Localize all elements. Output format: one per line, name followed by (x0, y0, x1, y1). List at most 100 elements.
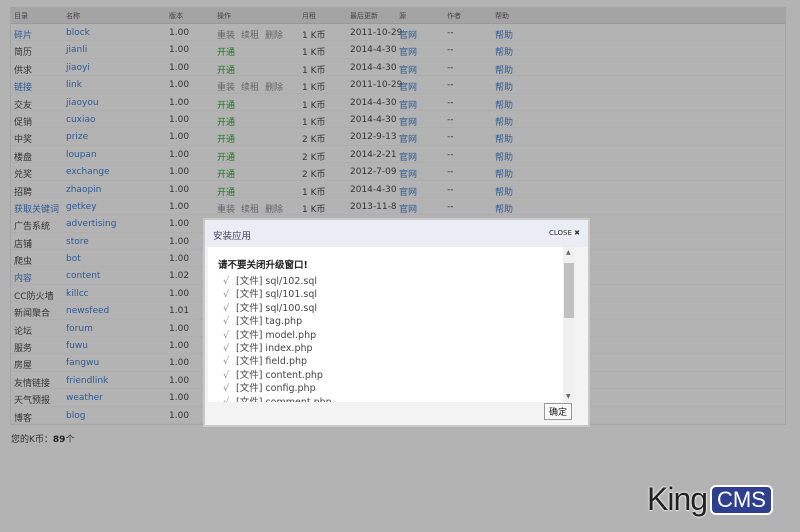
source-link[interactable]: 官网 (399, 98, 417, 111)
open-button[interactable]: 开通 (217, 101, 235, 111)
help-link[interactable]: 帮助 (495, 132, 513, 145)
help-link[interactable]: 帮助 (495, 80, 513, 93)
app-name-link[interactable]: advertising (66, 219, 116, 229)
updated-cell: 2014-4-30 (350, 184, 397, 195)
app-name-link[interactable]: jiaoyi (66, 63, 90, 73)
author-cell: -- (447, 97, 454, 108)
updated-cell: 2012-9-13 (350, 132, 397, 143)
open-button[interactable]: 开通 (217, 48, 235, 58)
scrollbar[interactable]: ▲ ▼ (563, 247, 575, 402)
dir-cell: 中奖 (14, 135, 33, 146)
op-button[interactable]: 删除 (265, 205, 283, 215)
source-link[interactable]: 官网 (399, 63, 417, 76)
app-name-link[interactable]: content (66, 271, 100, 281)
source-link[interactable]: 官网 (399, 132, 417, 145)
app-name-link[interactable]: block (66, 28, 90, 38)
ops-cell: 开通 (217, 115, 241, 128)
help-link[interactable]: 帮助 (495, 115, 513, 128)
rent-cell: 1 K币 (302, 83, 326, 94)
source-link[interactable]: 官网 (399, 80, 417, 93)
op-button[interactable]: 删除 (265, 83, 283, 93)
app-name-link[interactable]: bot (66, 254, 81, 264)
dir-link[interactable]: 获取关键词 (14, 202, 59, 215)
open-button[interactable]: 开通 (217, 135, 235, 145)
version-cell: 1.00 (169, 149, 190, 160)
version-cell: 1.00 (169, 45, 190, 56)
app-name-link[interactable]: weather (66, 393, 103, 403)
app-name-link[interactable]: fuwu (66, 341, 88, 351)
op-button[interactable]: 重装 (217, 31, 235, 41)
version-cell: 1.00 (169, 358, 190, 369)
help-link[interactable]: 帮助 (495, 28, 513, 41)
open-button[interactable]: 开通 (217, 118, 235, 128)
log-item: √ [文件] sql/101.sql (218, 286, 563, 300)
op-button[interactable]: 续租 (241, 31, 259, 41)
open-button[interactable]: 开通 (217, 188, 235, 198)
help-link[interactable]: 帮助 (495, 150, 513, 163)
column-header: 版本 (169, 12, 183, 20)
help-link[interactable]: 帮助 (495, 45, 513, 58)
source-link[interactable]: 官网 (399, 167, 417, 180)
app-name-link[interactable]: killcc (66, 289, 89, 299)
dir-cell: 促销 (14, 117, 33, 128)
help-link[interactable]: 帮助 (495, 167, 513, 180)
open-button[interactable]: 开通 (217, 153, 235, 163)
dir-link[interactable]: 内容 (14, 271, 32, 284)
help-link[interactable]: 帮助 (495, 63, 513, 76)
scroll-thumb[interactable] (564, 263, 574, 318)
open-button[interactable]: 开通 (217, 66, 235, 76)
source-link[interactable]: 官网 (399, 115, 417, 128)
scroll-down-icon[interactable]: ▼ (566, 393, 571, 400)
version-cell: 1.00 (169, 114, 190, 125)
dir-cell: 天气预报 (14, 396, 51, 407)
app-name-link[interactable]: jiaoyou (66, 98, 99, 108)
version-cell: 1.00 (169, 201, 190, 212)
app-name-link[interactable]: getkey (66, 202, 97, 212)
table-row: 促销 cuxiao 1.00 开通 1 K币 2014-4-30 官网 -- 帮助 (11, 111, 785, 129)
app-name-link[interactable]: jianli (66, 45, 87, 55)
op-button[interactable]: 续租 (241, 83, 259, 93)
app-name-link[interactable]: cuxiao (66, 115, 96, 125)
help-link[interactable]: 帮助 (495, 98, 513, 111)
kingcms-logo: King CMS (647, 481, 773, 518)
app-name-link[interactable]: link (66, 80, 82, 90)
help-link[interactable]: 帮助 (495, 202, 513, 215)
author-cell: -- (447, 114, 454, 125)
updated-cell: 2013-11-8 (350, 201, 397, 212)
op-button[interactable]: 删除 (265, 31, 283, 41)
op-button[interactable]: 续租 (241, 205, 259, 215)
source-link[interactable]: 官网 (399, 45, 417, 58)
ops-cell: 重装 续租 删除 (217, 80, 289, 93)
version-cell: 1.00 (169, 167, 190, 178)
balance-label: 您的K币： (11, 435, 53, 445)
app-name-link[interactable]: forum (66, 324, 93, 334)
app-name-link[interactable]: fangwu (66, 358, 99, 368)
dir-link[interactable]: 碎片 (14, 28, 32, 41)
version-cell: 1.00 (169, 410, 190, 421)
app-name-link[interactable]: store (66, 237, 89, 247)
scroll-up-icon[interactable]: ▲ (566, 249, 571, 256)
source-link[interactable]: 官网 (399, 202, 417, 215)
source-link[interactable]: 官网 (399, 150, 417, 163)
app-name-link[interactable]: loupan (66, 150, 97, 160)
open-button[interactable]: 开通 (217, 170, 235, 180)
app-name-link[interactable]: newsfeed (66, 306, 109, 316)
source-link[interactable]: 官网 (399, 185, 417, 198)
source-link[interactable]: 官网 (399, 28, 417, 41)
table-row: 楼盘 loupan 1.00 开通 2 K币 2014-2-21 官网 -- 帮助 (11, 146, 785, 164)
app-name-link[interactable]: blog (66, 411, 85, 421)
table-header: 目录 名称 版本 操作 月租 最后更新 源 作者 帮助 (11, 7, 785, 24)
dialog-titlebar[interactable]: 安装应用 CLOSE ✖ (205, 220, 588, 247)
app-name-link[interactable]: prize (66, 132, 88, 142)
dir-link[interactable]: 链接 (14, 80, 32, 93)
app-name-link[interactable]: exchange (66, 167, 110, 177)
updated-cell: 2014-4-30 (350, 45, 397, 56)
app-name-link[interactable]: zhaopin (66, 185, 101, 195)
app-name-link[interactable]: friendlink (66, 376, 108, 386)
ok-button[interactable]: 确定 (543, 403, 572, 420)
column-header: 名称 (66, 12, 80, 20)
op-button[interactable]: 重装 (217, 205, 235, 215)
help-link[interactable]: 帮助 (495, 185, 513, 198)
op-button[interactable]: 重装 (217, 83, 235, 93)
close-button[interactable]: CLOSE ✖ (549, 229, 580, 237)
